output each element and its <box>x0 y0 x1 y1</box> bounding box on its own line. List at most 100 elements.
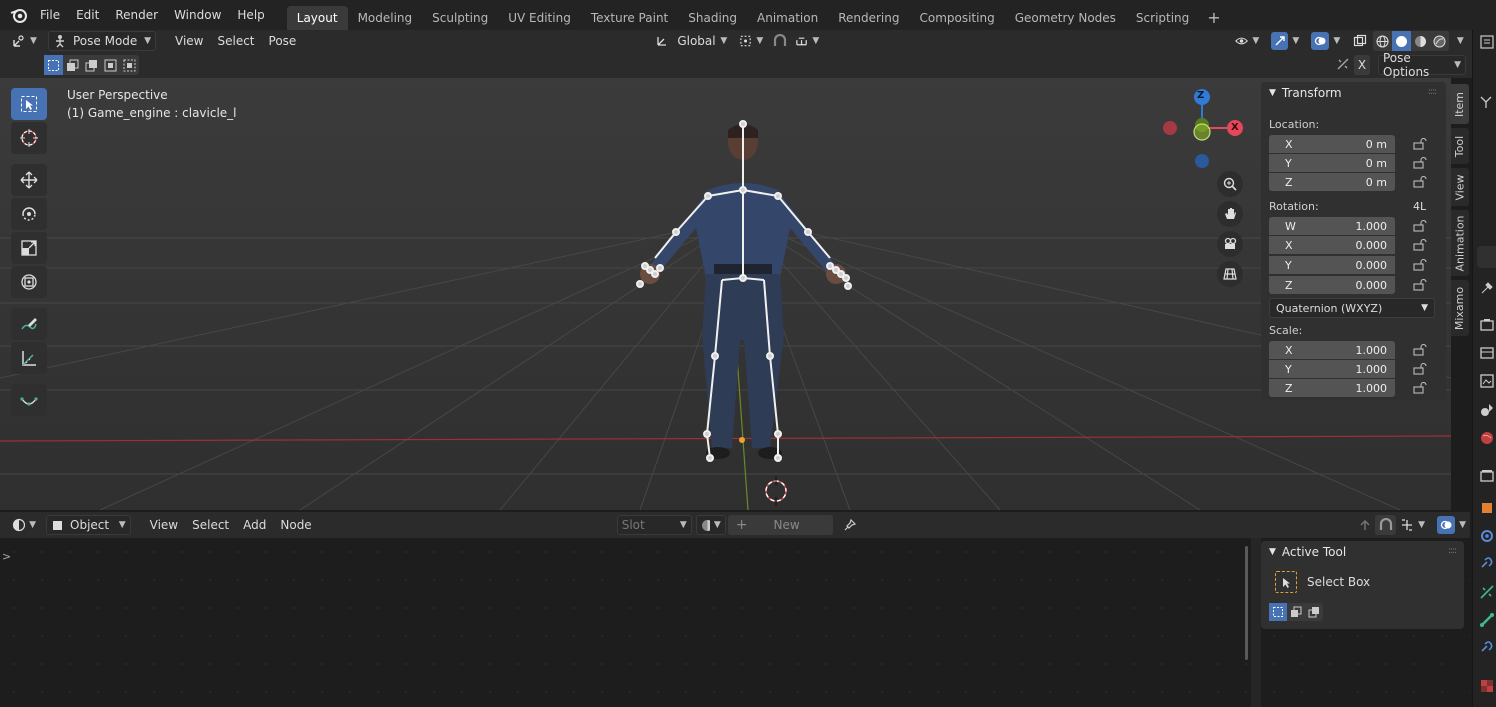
select-extend-icon[interactable] <box>63 55 82 75</box>
lock-icon[interactable] <box>1413 157 1427 169</box>
sidebar-tab-tool[interactable]: Tool <box>1451 128 1469 164</box>
pivot-dropdown[interactable]: ▼ <box>735 31 767 51</box>
lock-icon[interactable] <box>1413 279 1427 291</box>
data-armature-icon[interactable] <box>1479 584 1495 600</box>
move-tool-icon[interactable] <box>11 164 47 196</box>
tab-geometry-nodes[interactable]: Geometry Nodes <box>1005 6 1126 30</box>
tab-sculpting[interactable]: Sculpting <box>422 6 498 30</box>
collection-properties-icon[interactable] <box>1479 468 1495 484</box>
lock-icon[interactable] <box>1413 176 1427 188</box>
drag-handle-icon[interactable]: :::: <box>1428 87 1437 97</box>
tab-uv-editing[interactable]: UV Editing <box>498 6 581 30</box>
node-overlay-toggle-icon[interactable] <box>1437 516 1456 534</box>
menu-view[interactable]: View <box>168 31 210 51</box>
shader-type-dropdown[interactable]: Object ▼ <box>46 515 131 535</box>
view-layer-properties-icon[interactable] <box>1479 373 1495 389</box>
gizmo-dropdown[interactable]: ▼ <box>1267 31 1303 51</box>
snap-target-dropdown[interactable]: ▼ <box>791 31 823 51</box>
select-intersect-icon[interactable] <box>120 55 139 75</box>
select-extend-icon[interactable] <box>1287 603 1305 621</box>
blender-logo-icon[interactable] <box>6 2 32 28</box>
sidebar-tab-item[interactable]: Item <box>1451 84 1469 124</box>
outliner-pose-icon[interactable] <box>1479 94 1495 110</box>
mode-dropdown[interactable]: Pose Mode ▼ <box>48 31 156 51</box>
sidebar-tab-mixamo[interactable]: Mixamo <box>1451 280 1469 336</box>
scale-y-field[interactable]: Y 1.000 <box>1269 360 1395 378</box>
tab-rendering[interactable]: Rendering <box>828 6 909 30</box>
scene-properties-icon[interactable] <box>1479 402 1495 418</box>
lock-icon[interactable] <box>1413 239 1427 251</box>
tab-texture-paint[interactable]: Texture Paint <box>581 6 678 30</box>
lock-icon[interactable] <box>1413 363 1427 375</box>
node-menu-view[interactable]: View <box>143 515 185 535</box>
solid-shading-icon[interactable] <box>1392 31 1412 51</box>
pin-icon[interactable] <box>839 515 860 535</box>
rotation-mode-dropdown[interactable]: Quaternion (WXYZ) ▼ <box>1269 298 1435 318</box>
select-subtract-icon[interactable] <box>82 55 101 75</box>
select-invert-icon[interactable] <box>101 55 120 75</box>
select-new-icon[interactable] <box>44 55 63 75</box>
menu-edit[interactable]: Edit <box>68 4 107 26</box>
menu-window[interactable]: Window <box>166 4 229 26</box>
rotation-z-field[interactable]: Z 0.000 <box>1269 276 1395 294</box>
tab-layout[interactable]: Layout <box>286 6 348 30</box>
camera-icon[interactable] <box>1217 231 1243 257</box>
node-snap-target-dropdown[interactable]: ▼ <box>1396 515 1429 535</box>
select-box-tool-icon[interactable] <box>11 88 47 120</box>
lock-icon[interactable] <box>1413 344 1427 356</box>
grid-ortho-icon[interactable] <box>1217 261 1243 287</box>
mirror-x-toggle[interactable]: X <box>1354 55 1370 75</box>
constraint-properties-icon[interactable] <box>1479 556 1495 572</box>
snap-toggle-icon[interactable] <box>769 31 791 51</box>
select-subtract-icon[interactable] <box>1305 603 1323 621</box>
transform-tool-icon[interactable] <box>11 266 47 298</box>
lock-icon[interactable] <box>1413 220 1427 232</box>
3d-viewport[interactable]: Z X User Perspective (1) Game_engine : c… <box>0 78 1451 510</box>
world-properties-icon[interactable] <box>1479 430 1495 446</box>
rotate-tool-icon[interactable] <box>11 198 47 230</box>
parent-node-tree-icon[interactable] <box>1354 515 1375 535</box>
lock-icon[interactable] <box>1413 382 1427 394</box>
tab-compositing[interactable]: Compositing <box>909 6 1004 30</box>
tab-shading[interactable]: Shading <box>678 6 747 30</box>
modifier-properties-icon[interactable] <box>1479 528 1495 544</box>
menu-select[interactable]: Select <box>210 31 261 51</box>
material-browse-dropdown[interactable]: ▼ <box>695 515 726 535</box>
zoom-icon[interactable] <box>1217 171 1243 197</box>
editor-type-dropdown[interactable]: ▼ <box>8 31 42 51</box>
object-properties-icon[interactable] <box>1479 500 1495 516</box>
node-menu-add[interactable]: Add <box>236 515 273 535</box>
output-properties-icon[interactable] <box>1479 345 1495 361</box>
xray-toggle-icon[interactable] <box>1349 31 1371 51</box>
tool-properties-tab[interactable] <box>1477 246 1496 268</box>
rendered-shading-icon[interactable] <box>1430 31 1449 51</box>
texture-properties-icon[interactable] <box>1479 678 1495 694</box>
node-editor-canvas[interactable]: > <box>0 538 1470 707</box>
node-snap-icon[interactable] <box>1375 515 1397 535</box>
menu-pose[interactable]: Pose <box>262 31 304 51</box>
node-menu-select[interactable]: Select <box>185 515 236 535</box>
scale-z-field[interactable]: Z 1.000 <box>1269 379 1395 397</box>
scale-x-field[interactable]: X 1.000 <box>1269 341 1395 359</box>
rotation-4l-toggle[interactable]: 4L <box>1413 200 1426 213</box>
tab-modeling[interactable]: Modeling <box>348 6 423 30</box>
overlay-toggle-icon[interactable] <box>1311 32 1330 50</box>
render-properties-icon[interactable] <box>1479 317 1495 333</box>
tool-properties-icon[interactable] <box>1479 280 1495 296</box>
overlay-dropdown[interactable]: ▼ <box>1307 31 1347 51</box>
bone-xray-icon[interactable] <box>1336 57 1352 73</box>
cursor-tool-icon[interactable] <box>11 122 47 154</box>
rotation-y-field[interactable]: Y 0.000 <box>1269 256 1395 274</box>
node-editor-type-dropdown[interactable]: ▼ <box>8 515 40 535</box>
orientation-dropdown[interactable]: Global ▼ <box>651 31 731 51</box>
annotate-tool-icon[interactable] <box>11 308 47 340</box>
rotation-w-field[interactable]: W 1.000 <box>1269 217 1395 235</box>
tab-scripting[interactable]: Scripting <box>1126 6 1199 30</box>
menu-file[interactable]: File <box>32 4 68 26</box>
node-menu-node[interactable]: Node <box>273 515 318 535</box>
scale-tool-icon[interactable] <box>11 232 47 264</box>
pose-options-dropdown[interactable]: Pose Options ▼ <box>1378 51 1466 79</box>
new-material-button[interactable]: + New <box>727 515 834 535</box>
sidebar-tab-animation[interactable]: Animation <box>1451 210 1469 276</box>
tab-animation[interactable]: Animation <box>747 6 828 30</box>
